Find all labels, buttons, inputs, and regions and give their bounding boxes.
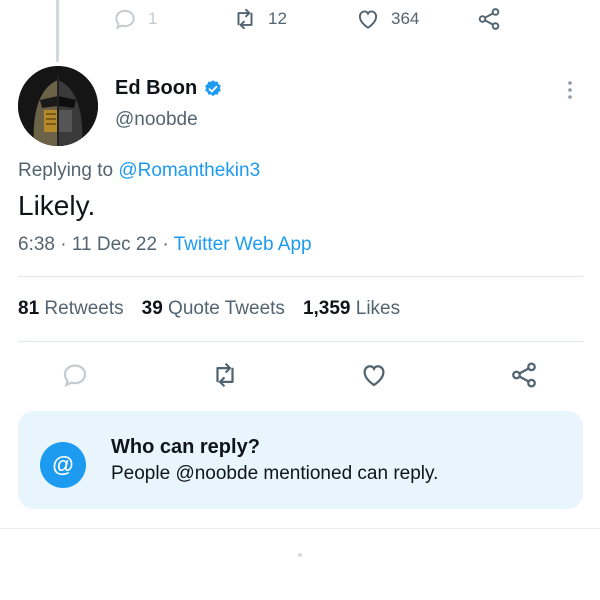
- heart-icon: [363, 365, 385, 387]
- author-display-name: Ed Boon: [115, 77, 198, 99]
- share-button[interactable]: [509, 360, 539, 390]
- replying-to-prefix: Replying to: [18, 160, 119, 181]
- tweet-source-link[interactable]: Twitter Web App: [174, 234, 312, 255]
- previous-tweet-actions: 1 12 364: [0, 0, 600, 40]
- prev-reply-button[interactable]: 1: [112, 6, 157, 32]
- retweet-icon: [216, 363, 234, 387]
- prev-like-count: 364: [391, 9, 420, 28]
- avatar-image: [18, 66, 98, 146]
- divider: [18, 341, 583, 342]
- replying-to-link[interactable]: @Romanthekin3: [118, 160, 260, 181]
- mention-icon: @: [40, 442, 86, 488]
- tweet-stats: 81 Retweets 39 Quote Tweets 1,359 Likes: [18, 298, 400, 320]
- quote-tweets-stat[interactable]: 39 Quote Tweets: [142, 298, 285, 320]
- loading-dot: [298, 553, 302, 557]
- tweet-action-bar: [0, 360, 600, 396]
- retweet-button[interactable]: [210, 360, 240, 390]
- share-icon: [478, 8, 500, 30]
- author-name-row: Ed Boon: [115, 77, 223, 100]
- tweet-meta: 6:38 · 11 Dec 22 · Twitter Web App: [18, 234, 312, 256]
- author-handle: @noobde: [115, 109, 198, 130]
- reply-button[interactable]: [60, 360, 90, 390]
- share-icon: [512, 362, 536, 388]
- retweets-label: Retweets: [44, 298, 124, 319]
- prev-retweet-count: 12: [268, 9, 287, 28]
- bottom-divider: [0, 528, 600, 529]
- like-button[interactable]: [359, 360, 389, 390]
- replying-to-line: Replying to @Romanthekin3: [18, 160, 260, 182]
- divider: [18, 276, 583, 277]
- prev-like-button[interactable]: 364: [355, 6, 419, 32]
- prev-reply-count: 1: [148, 9, 158, 28]
- reply-icon: [115, 9, 135, 30]
- prev-retweet-button[interactable]: 12: [232, 6, 287, 32]
- retweet-icon: [237, 8, 253, 30]
- more-options-icon[interactable]: [560, 80, 580, 100]
- tweet-timestamp[interactable]: 6:38 · 11 Dec 22 ·: [18, 234, 174, 255]
- likes-count: 1,359: [302, 298, 351, 319]
- prev-share-button[interactable]: [476, 6, 502, 32]
- who-can-reply-title: Who can reply?: [111, 436, 260, 458]
- retweets-stat[interactable]: 81 Retweets: [18, 298, 124, 320]
- likes-label: Likes: [355, 298, 401, 319]
- verified-badge-icon: [205, 79, 222, 96]
- quote-tweets-label: Quote Tweets: [168, 298, 285, 319]
- quote-tweets-count: 39: [141, 298, 163, 319]
- likes-stat[interactable]: 1,359 Likes: [303, 298, 400, 320]
- reply-icon: [63, 364, 87, 388]
- retweets-count: 81: [18, 298, 40, 319]
- heart-icon: [358, 10, 378, 29]
- who-can-reply-subtitle: People @noobde mentioned can reply.: [111, 463, 439, 484]
- author-block[interactable]: Ed Boon @noobde: [115, 77, 223, 131]
- tweet-text: Likely.: [18, 190, 96, 221]
- avatar[interactable]: [18, 66, 98, 146]
- who-can-reply-box: @ Who can reply? People @noobde mentione…: [18, 411, 583, 509]
